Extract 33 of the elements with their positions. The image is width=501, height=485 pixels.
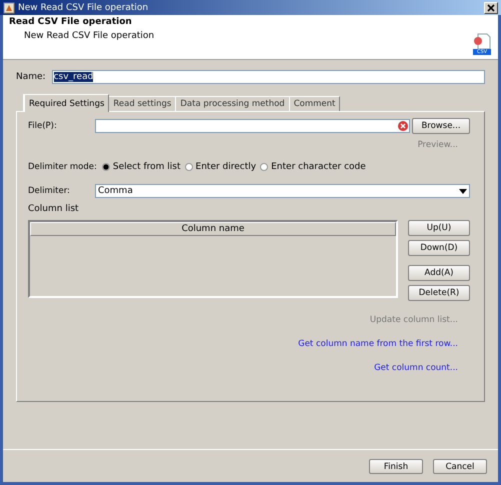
radio-option[interactable]: Select from list bbox=[102, 162, 181, 172]
name-field[interactable]: csv_read bbox=[52, 70, 485, 84]
tab[interactable]: Comment bbox=[288, 96, 340, 111]
window-title: New Read CSV File operation bbox=[18, 2, 150, 12]
delimiter-label: Delimiter: bbox=[28, 186, 71, 196]
close-icon bbox=[487, 4, 495, 12]
radio-option[interactable]: Enter character code bbox=[260, 162, 366, 172]
list-button[interactable]: Add(A) bbox=[408, 265, 470, 281]
file-field[interactable] bbox=[95, 119, 410, 133]
header-subtitle: New Read CSV File operation bbox=[23, 31, 154, 41]
name-label: Name: bbox=[16, 72, 46, 82]
app-icon bbox=[3, 2, 15, 14]
list-button[interactable]: Up(U) bbox=[408, 220, 470, 236]
error-icon bbox=[398, 121, 408, 131]
caret-icon bbox=[459, 188, 467, 194]
dialog-button[interactable]: Finish bbox=[369, 459, 423, 474]
column-header[interactable]: Column name bbox=[30, 222, 396, 236]
delimiter-dropdown[interactable]: Comma bbox=[95, 184, 470, 198]
dialog-button[interactable]: Cancel bbox=[433, 459, 487, 474]
radio-option[interactable]: Enter directly bbox=[184, 162, 256, 172]
link-button[interactable]: Get column count... bbox=[374, 363, 458, 373]
column-list-label: Column list bbox=[28, 204, 80, 214]
header-title: Read CSV File operation bbox=[9, 17, 133, 27]
file-label: File(P): bbox=[28, 121, 58, 131]
list-button[interactable]: Delete(R) bbox=[408, 285, 470, 301]
tab[interactable]: Required Settings bbox=[23, 94, 110, 112]
tab[interactable]: Data processing method bbox=[175, 96, 290, 111]
delimiter-mode-label: Delimiter mode: bbox=[28, 162, 97, 172]
close-button[interactable] bbox=[484, 2, 498, 14]
list-button[interactable]: Down(D) bbox=[408, 240, 470, 256]
browse-button[interactable]: Browse... bbox=[412, 118, 470, 134]
link-button[interactable]: Get column name from the first row... bbox=[298, 339, 458, 349]
tab[interactable]: Read settings bbox=[108, 96, 176, 111]
